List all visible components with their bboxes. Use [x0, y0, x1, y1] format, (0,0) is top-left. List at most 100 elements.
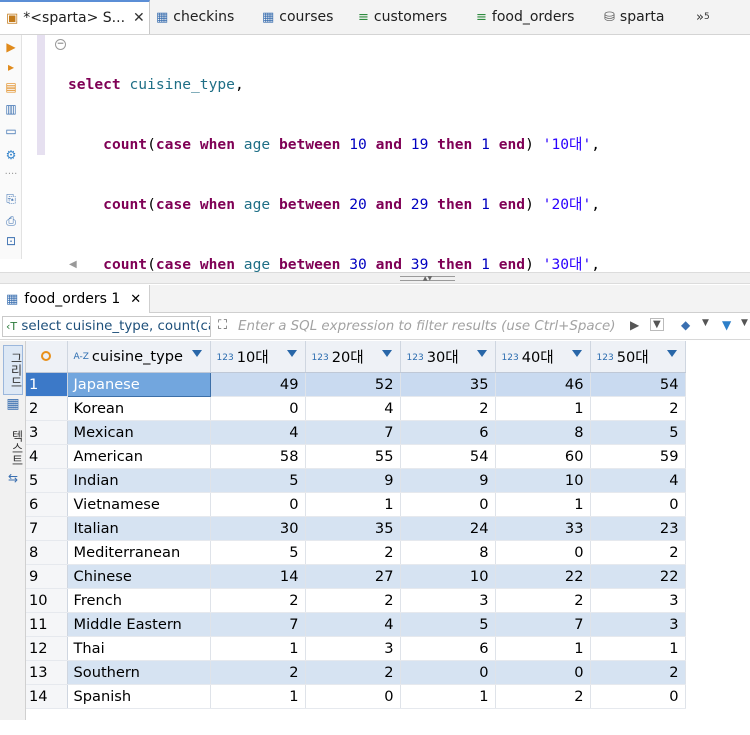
cell-count[interactable]: 0 [400, 492, 496, 517]
table-row[interactable]: 5 Indian 5 9 9 10 4 [26, 468, 750, 493]
sort-icon[interactable] [286, 350, 297, 357]
cell-count[interactable]: 10 [400, 564, 496, 589]
row-number[interactable]: 7 [26, 516, 68, 541]
sql-editor[interactable]: ▶ ▸ ▤ ▥ ▭ ⚙ ···· ⎘ ⎙ ⊡ − select cuisine_… [0, 35, 750, 695]
cell-count[interactable]: 10 [495, 468, 591, 493]
cell-count[interactable]: 2 [495, 684, 591, 709]
cell-cuisine-type[interactable]: Vietnamese [67, 492, 211, 517]
tab-courses[interactable]: ▦ courses [256, 0, 352, 34]
cell-count[interactable]: 8 [400, 540, 496, 565]
tab-sql-editor[interactable]: ▣ *<sparta> S... ✕ [0, 0, 150, 34]
cell-count[interactable]: 5 [210, 540, 306, 565]
row-number[interactable]: 14 [26, 684, 68, 709]
save-script-icon[interactable]: ⎙ [3, 213, 19, 229]
sql-preview-field[interactable]: ‹T select cuisine_type, count(ca [2, 316, 211, 337]
cell-count[interactable]: 49 [210, 372, 306, 397]
cell-count[interactable]: 6 [400, 636, 496, 661]
cell-count[interactable]: 27 [305, 564, 401, 589]
cell-count[interactable]: 35 [305, 516, 401, 541]
cell-cuisine-type[interactable]: Thai [67, 636, 211, 661]
cell-cuisine-type[interactable]: Middle Eastern [67, 612, 211, 637]
cell-cuisine-type[interactable]: Spanish [67, 684, 211, 709]
editor-results-splitter[interactable]: ▲▼ [0, 272, 750, 284]
cell-count[interactable]: 8 [495, 420, 591, 445]
cell-count[interactable]: 22 [495, 564, 591, 589]
row-number[interactable]: 3 [26, 420, 68, 445]
close-icon[interactable]: ✕ [130, 292, 141, 307]
row-number[interactable]: 4 [26, 444, 68, 469]
cell-count[interactable]: 2 [210, 660, 306, 685]
execute-script-icon[interactable]: ▤ [3, 79, 19, 95]
row-number[interactable]: 8 [26, 540, 68, 565]
sort-icon[interactable] [381, 350, 392, 357]
table-row[interactable]: 13 Southern 2 2 0 0 2 [26, 660, 750, 685]
cell-count[interactable]: 1 [400, 684, 496, 709]
filter-history-dropdown-icon[interactable]: ▼ [650, 318, 664, 331]
cell-count[interactable]: 7 [305, 420, 401, 445]
cell-cuisine-type[interactable]: American [67, 444, 211, 469]
cell-count[interactable]: 5 [210, 468, 306, 493]
cell-count[interactable]: 4 [590, 468, 686, 493]
cell-count[interactable]: 4 [305, 612, 401, 637]
cell-count[interactable]: 2 [590, 396, 686, 421]
execute-statement-icon[interactable]: ▶ [3, 39, 19, 55]
cell-count[interactable]: 1 [210, 684, 306, 709]
cell-count[interactable]: 1 [495, 492, 591, 517]
row-number[interactable]: 11 [26, 612, 68, 637]
cell-count[interactable]: 33 [495, 516, 591, 541]
sort-icon[interactable] [666, 350, 677, 357]
cell-cuisine-type[interactable]: Indian [67, 468, 211, 493]
cell-count[interactable]: 0 [210, 396, 306, 421]
splitter-grip-icon[interactable]: ▲▼ [400, 276, 455, 282]
table-row[interactable]: 4 American 58 55 54 60 59 [26, 444, 750, 469]
table-row[interactable]: 8 Mediterranean 5 2 8 0 2 [26, 540, 750, 565]
cell-cuisine-type[interactable]: Southern [67, 660, 211, 685]
cell-count[interactable]: 0 [305, 684, 401, 709]
side-tab-grid[interactable]: 그리드 [3, 345, 23, 395]
column-header-40s[interactable]: 123 40대 [495, 341, 591, 373]
cell-count[interactable]: 0 [495, 540, 591, 565]
cell-count[interactable]: 14 [210, 564, 306, 589]
cell-count[interactable]: 2 [210, 588, 306, 613]
row-number[interactable]: 10 [26, 588, 68, 613]
cell-count[interactable]: 5 [590, 420, 686, 445]
table-row[interactable]: 3 Mexican 4 7 6 8 5 [26, 420, 750, 445]
cell-count[interactable]: 0 [210, 492, 306, 517]
table-row[interactable]: 14 Spanish 1 0 1 2 0 [26, 684, 750, 709]
filter-funnel-icon[interactable]: ▼ [722, 318, 731, 332]
tab-results-food-orders[interactable]: ▦ food_orders 1 ✕ [0, 285, 151, 313]
cell-count[interactable]: 0 [495, 660, 591, 685]
row-number[interactable]: 13 [26, 660, 68, 685]
cell-count[interactable]: 7 [495, 612, 591, 637]
export-icon[interactable]: ⊡ [3, 233, 19, 249]
table-row[interactable]: 1 Japanese 49 52 35 46 54 [26, 371, 750, 397]
cell-count[interactable]: 2 [590, 660, 686, 685]
cell-count[interactable]: 3 [400, 588, 496, 613]
cell-count[interactable]: 2 [590, 540, 686, 565]
cell-count[interactable]: 1 [495, 636, 591, 661]
text-view-icon[interactable]: ⇆ [3, 471, 23, 491]
settings-gear-icon[interactable]: ⚙ [3, 147, 19, 163]
cell-count[interactable]: 23 [590, 516, 686, 541]
table-row[interactable]: 2 Korean 0 4 2 1 2 [26, 396, 750, 421]
cell-cuisine-type[interactable]: French [67, 588, 211, 613]
table-row[interactable]: 11 Middle Eastern 7 4 5 7 3 [26, 612, 750, 637]
cell-cuisine-type[interactable]: Mexican [67, 420, 211, 445]
row-number[interactable]: 12 [26, 636, 68, 661]
cell-count[interactable]: 59 [590, 444, 686, 469]
cell-count[interactable]: 22 [590, 564, 686, 589]
column-header-20s[interactable]: 123 20대 [305, 341, 401, 373]
table-row[interactable]: 10 French 2 2 3 2 3 [26, 588, 750, 613]
eraser-icon[interactable]: ◆ [681, 318, 690, 332]
cell-cuisine-type[interactable]: Chinese [67, 564, 211, 589]
side-tab-text[interactable]: 텍스트 [3, 423, 24, 473]
column-header-50s[interactable]: 123 50대 [590, 341, 686, 373]
execute-in-new-tab-icon[interactable]: ▸ [3, 59, 19, 75]
cell-count[interactable]: 0 [400, 660, 496, 685]
table-row[interactable]: 12 Thai 1 3 6 1 1 [26, 636, 750, 661]
sort-icon[interactable] [476, 350, 487, 357]
column-header-30s[interactable]: 123 30대 [400, 341, 496, 373]
row-number[interactable]: 2 [26, 396, 68, 421]
cell-count[interactable]: 2 [400, 396, 496, 421]
cell-count[interactable]: 2 [495, 588, 591, 613]
